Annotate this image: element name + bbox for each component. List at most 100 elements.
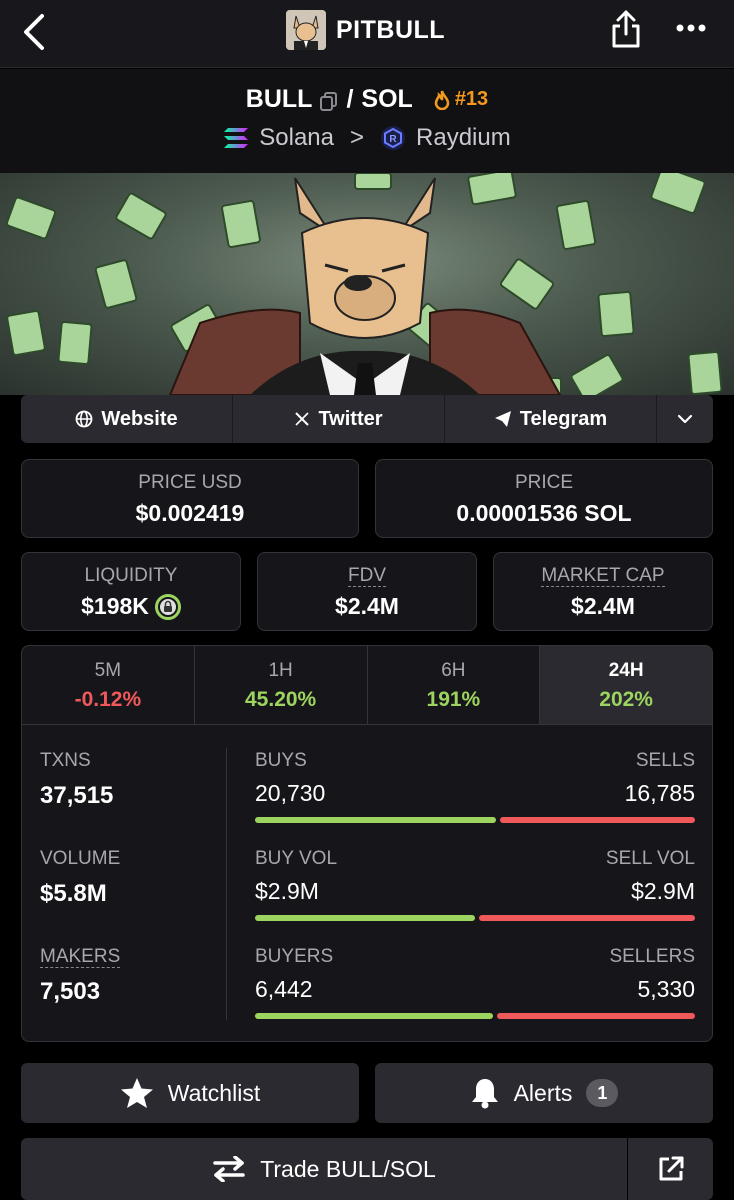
makers-value: 7,503 (40, 978, 101, 1005)
lock-icon[interactable] (154, 593, 181, 620)
twitter-label: Twitter (318, 407, 383, 430)
volume-value: $5.8M (40, 880, 107, 907)
sells-bar-fill (500, 817, 695, 823)
breadcrumb-chevron: > (350, 124, 365, 151)
buys-sells-bar (255, 817, 695, 823)
fdv-value: $2.4M (335, 593, 399, 619)
price-native-card: PRICE 0.00001536 SOL (375, 459, 713, 538)
solana-icon (224, 128, 249, 148)
stats-panel: 5M -0.12% 1H 45.20% 6H 191% 24H 202% TXN… (21, 645, 713, 1042)
tab-6h[interactable]: 6H 191% (368, 646, 541, 724)
external-link-icon (659, 1156, 683, 1181)
token-title: PITBULL (286, 8, 445, 52)
ellipsis-icon (676, 24, 706, 32)
trade-external-button[interactable] (628, 1138, 713, 1200)
svg-text:R: R (389, 134, 397, 145)
buyers-sellers-bar (255, 1013, 695, 1019)
sellers-label: SELLERS (609, 946, 695, 967)
pair-separator: / (346, 85, 354, 113)
telegram-link[interactable]: Telegram (445, 395, 657, 443)
tab-6h-change: 191% (426, 688, 481, 711)
buy-vol-value: $2.9M (255, 878, 319, 904)
alerts-label: Alerts (513, 1079, 573, 1106)
pair-header: BULL / SOL #13 Solana > R Raydium (0, 69, 734, 173)
social-links: Website Twitter Telegram (21, 395, 713, 443)
tab-1h-label: 1H (268, 660, 293, 681)
txns-value: 37,515 (40, 782, 114, 809)
website-label: Website (101, 407, 178, 430)
x-icon (295, 412, 310, 426)
tab-24h[interactable]: 24H 202% (540, 646, 712, 724)
buys-value: 20,730 (255, 780, 326, 806)
chevron-left-icon (24, 14, 44, 50)
chain-name[interactable]: Solana (259, 124, 334, 152)
top-bar: PITBULL (0, 0, 734, 68)
sells-label: SELLS (635, 750, 695, 771)
price-usd-card: PRICE USD $0.002419 (21, 459, 359, 538)
buyers-sellers-ratio: BUYERS SELLERS 6,442 5,330 (255, 946, 695, 1041)
stats-totals: TXNS 37,515 VOLUME $5.8M MAKERS 7,503 (40, 750, 226, 1041)
app-title: PITBULL (336, 15, 446, 44)
market-cap-label[interactable]: MARKET CAP (541, 565, 665, 587)
sell-vol-value: $2.9M (631, 878, 695, 904)
buys-label: BUYS (255, 750, 307, 771)
alerts-button[interactable]: Alerts 1 (375, 1063, 713, 1123)
more-options-button[interactable] (672, 14, 710, 42)
price-usd-label: PRICE USD (138, 472, 242, 493)
rank-label: #13 (454, 88, 489, 110)
swap-icon (213, 1156, 245, 1182)
socials-expand-button[interactable] (657, 395, 713, 443)
buyers-bar-fill (255, 1013, 494, 1019)
volume-ratio: BUY VOL SELL VOL $2.9M $2.9M (255, 848, 695, 946)
volume-label: VOLUME (40, 848, 121, 869)
tab-5m-change: -0.12% (74, 688, 142, 711)
raydium-icon: R (381, 126, 406, 150)
stats-divider (226, 748, 227, 1020)
volume-bar (255, 915, 695, 921)
tab-5m[interactable]: 5M -0.12% (22, 646, 195, 724)
buy-vol-label: BUY VOL (255, 848, 338, 869)
sell-vol-label: SELL VOL (605, 848, 695, 869)
tab-5m-label: 5M (94, 660, 122, 681)
sells-value: 16,785 (624, 780, 695, 806)
watchlist-button[interactable]: Watchlist (21, 1063, 359, 1123)
makers-label[interactable]: MAKERS (40, 946, 121, 968)
stats-breakdown: BUYS SELLS 20,730 16,785 BUY VOL SELL VO… (255, 750, 695, 1041)
buyers-value: 6,442 (255, 976, 313, 1002)
buyers-label: BUYERS (255, 946, 334, 967)
market-cap-value: $2.4M (571, 593, 635, 619)
trade-button[interactable]: Trade BULL/SOL (21, 1138, 627, 1200)
watchlist-label: Watchlist (167, 1079, 261, 1106)
star-icon (120, 1078, 153, 1108)
liquidity-card: LIQUIDITY $198K (21, 552, 241, 631)
quote-symbol: SOL (361, 85, 413, 113)
liquidity-value: $198K (81, 593, 149, 619)
token-avatar (286, 10, 326, 50)
buys-bar-fill (255, 817, 497, 823)
share-button[interactable] (606, 8, 646, 50)
txns-stat: TXNS 37,515 (40, 750, 226, 848)
copy-icon[interactable] (320, 90, 338, 111)
twitter-link[interactable]: Twitter (233, 395, 445, 443)
buys-sells-ratio: BUYS SELLS 20,730 16,785 (255, 750, 695, 848)
fdv-card: FDV $2.4M (257, 552, 477, 631)
price-usd-value: $0.002419 (135, 500, 245, 526)
tab-24h-label: 24H (608, 660, 644, 681)
chevron-down-icon (677, 414, 693, 424)
website-link[interactable]: Website (21, 395, 233, 443)
back-button[interactable] (18, 12, 58, 52)
token-banner-image (0, 173, 734, 395)
fdv-label[interactable]: FDV (348, 565, 386, 587)
rank-badge[interactable]: #13 (433, 88, 488, 111)
base-symbol: BULL (245, 85, 313, 113)
dex-name[interactable]: Raydium (416, 124, 511, 152)
tab-1h[interactable]: 1H 45.20% (195, 646, 368, 724)
timeframe-tabs: 5M -0.12% 1H 45.20% 6H 191% 24H 202% (22, 646, 712, 725)
liquidity-label: LIQUIDITY (84, 565, 178, 586)
market-cap-card: MARKET CAP $2.4M (493, 552, 713, 631)
telegram-label: Telegram (519, 407, 608, 430)
makers-stat: MAKERS 7,503 (40, 946, 226, 1041)
pair-line: BULL / SOL #13 (0, 85, 734, 114)
sell-vol-bar-fill (479, 915, 695, 921)
globe-icon (75, 410, 93, 428)
